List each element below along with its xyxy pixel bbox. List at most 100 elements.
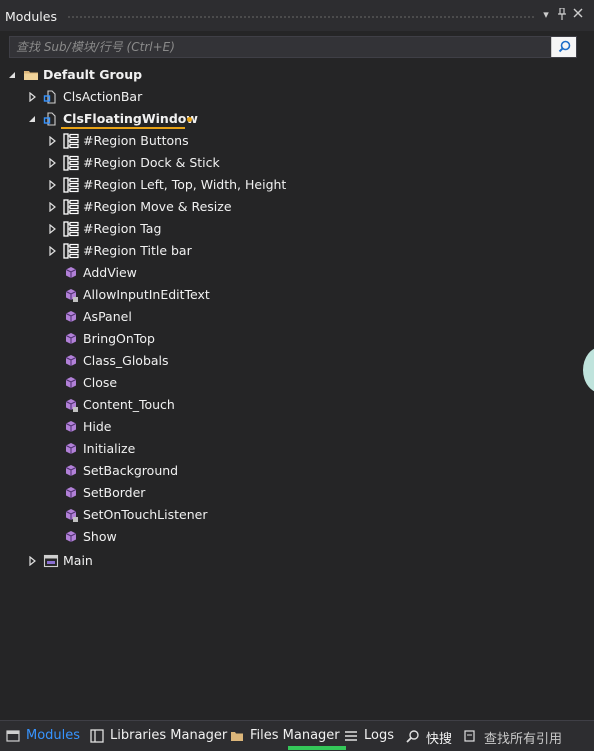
tab-label: 快搜	[426, 732, 453, 747]
class-module-icon	[43, 112, 56, 126]
chevron-down-icon[interactable]: ▾	[539, 8, 553, 22]
tree-region-item[interactable]: #Region Left, Top, Width, Height	[0, 174, 594, 196]
sub-method-icon	[65, 333, 77, 344]
tree-item-label: Close	[83, 375, 118, 390]
tree-root-default-group[interactable]: Default Group	[0, 64, 594, 86]
tree-sub-item[interactable]: SetOnTouchListener	[0, 504, 594, 526]
tree-sub-item[interactable]: AsPanel	[0, 306, 594, 328]
sub-method-icon	[65, 311, 77, 322]
expanded-arrow-icon[interactable]	[27, 114, 37, 124]
active-underline	[61, 127, 185, 129]
tree-region-item[interactable]: #Region Dock & Stick	[0, 152, 594, 174]
tree-item-label: Show	[83, 529, 117, 544]
main-module-icon	[43, 554, 59, 568]
collapsed-arrow-icon[interactable]	[47, 136, 57, 146]
modules-icon	[6, 730, 20, 742]
collapsed-arrow-icon[interactable]	[47, 180, 57, 190]
collapsed-arrow-icon[interactable]	[47, 224, 57, 234]
sub-method-icon	[65, 465, 77, 476]
sub-method-icon	[65, 399, 78, 412]
collapsed-arrow-icon[interactable]	[47, 202, 57, 212]
tree-item-label: #Region Buttons	[83, 133, 189, 148]
tree-item-label: #Region Left, Top, Width, Height	[83, 177, 287, 192]
search-icon	[406, 730, 419, 743]
region-icon	[63, 243, 79, 259]
tree-sub-item[interactable]: SetBorder	[0, 482, 594, 504]
tree-item-label: Class_Globals	[83, 353, 169, 368]
panel-title: Modules	[5, 9, 57, 24]
tree-item-label: AddView	[83, 265, 137, 280]
tab-label: Logs	[364, 728, 394, 743]
sub-method-icon	[65, 531, 77, 542]
tree-sub-item[interactable]: Close	[0, 372, 594, 394]
tree-module-clsactionbar[interactable]: ClsActionBar	[0, 86, 594, 108]
list-icon	[345, 731, 357, 741]
tree-sub-item[interactable]: SetBackground	[0, 460, 594, 482]
region-icon	[63, 177, 79, 193]
collapsed-arrow-icon[interactable]	[47, 158, 57, 168]
tree-sub-item[interactable]: Class_Globals	[0, 350, 594, 372]
tree-item-label: SetBackground	[83, 463, 179, 478]
tree-sub-item[interactable]: Hide	[0, 416, 594, 438]
tree-module-label: ClsActionBar	[63, 89, 143, 104]
folder-icon	[231, 732, 243, 741]
tree-item-label: AsPanel	[83, 309, 132, 324]
tab-quick-search[interactable]: 快搜	[406, 725, 454, 747]
class-module-icon	[43, 90, 56, 104]
expanded-arrow-icon[interactable]	[7, 70, 17, 80]
tree-sub-item[interactable]: BringOnTop	[0, 328, 594, 350]
tab-files-manager[interactable]: Files Manager	[230, 725, 340, 747]
region-icon	[63, 155, 79, 171]
collapsed-arrow-icon[interactable]	[47, 246, 57, 256]
tree-item-label: Initialize	[83, 441, 136, 456]
sub-method-icon	[65, 377, 77, 388]
pin-icon[interactable]	[555, 7, 569, 22]
sub-method-icon	[65, 487, 77, 498]
tab-modules[interactable]: Modules	[6, 725, 81, 747]
tab-find-all-references[interactable]: 查找所有引用	[464, 725, 584, 747]
search-icon	[558, 40, 571, 53]
tree-root-label: Default Group	[43, 67, 143, 82]
collapsed-arrow-icon[interactable]	[27, 556, 37, 566]
region-icon	[63, 221, 79, 237]
sub-method-icon	[65, 421, 77, 432]
tree-sub-item[interactable]: AddView	[0, 262, 594, 284]
tree-region-item[interactable]: #Region Buttons	[0, 130, 594, 152]
tab-label: Files Manager	[250, 728, 340, 743]
tree-sub-item[interactable]: Content_Touch	[0, 394, 594, 416]
region-icon	[63, 133, 79, 149]
panel-titlebar: Modules ▾	[0, 0, 594, 31]
tree-region-item[interactable]: #Region Move & Resize	[0, 196, 594, 218]
tab-libraries-manager[interactable]: Libraries Manager	[90, 725, 227, 747]
tree-item-label: #Region Title bar	[83, 243, 192, 258]
references-icon	[464, 730, 475, 742]
tree-module-label: ClsFloatingWindow	[63, 111, 198, 126]
modules-tree: Default Group ClsActionBar ClsFloatingWi…	[0, 64, 594, 716]
tab-label: Modules	[26, 728, 81, 743]
tree-item-label: #Region Tag	[83, 221, 162, 236]
tree-sub-item[interactable]: Show	[0, 526, 594, 548]
collapsed-arrow-icon[interactable]	[27, 92, 37, 102]
close-icon[interactable]	[571, 8, 585, 22]
tree-item-label: #Region Move & Resize	[83, 199, 232, 214]
search-button[interactable]	[551, 37, 576, 57]
search-box	[9, 36, 577, 58]
sub-method-icon	[65, 443, 77, 454]
unsaved-dot	[187, 117, 192, 122]
tree-module-main[interactable]: Main	[0, 550, 594, 572]
tree-region-item[interactable]: #Region Tag	[0, 218, 594, 240]
sub-method-icon	[65, 289, 78, 302]
tree-module-clsfloatingwindow[interactable]: ClsFloatingWindow	[0, 108, 594, 130]
search-input[interactable]	[10, 37, 552, 57]
folder-icon	[24, 71, 38, 80]
tree-item-label: AllowInputInEditText	[83, 287, 210, 302]
tree-sub-item[interactable]: Initialize	[0, 438, 594, 460]
drag-grip[interactable]	[67, 15, 536, 20]
tab-logs[interactable]: Logs	[344, 725, 396, 747]
tree-item-label: SetBorder	[83, 485, 146, 500]
tree-sub-item[interactable]: AllowInputInEditText	[0, 284, 594, 306]
tree-region-item[interactable]: #Region Title bar	[0, 240, 594, 262]
status-indicator-line	[288, 746, 346, 750]
sub-method-icon	[65, 509, 78, 522]
tree-item-label: #Region Dock & Stick	[83, 155, 220, 170]
